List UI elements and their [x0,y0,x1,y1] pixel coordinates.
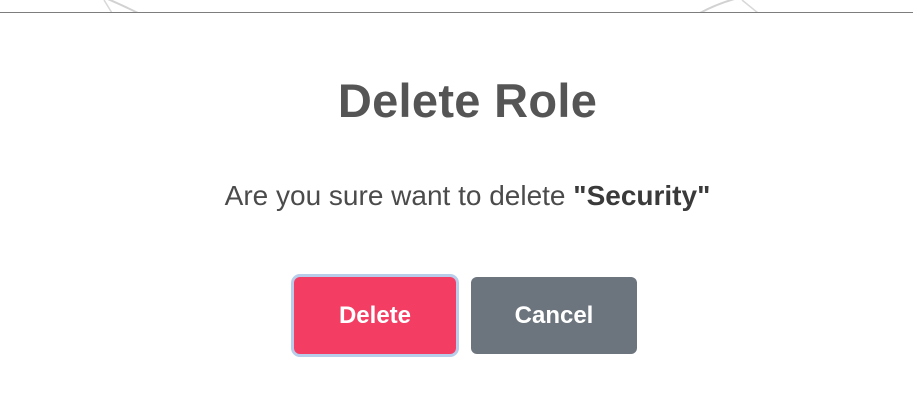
cancel-button[interactable]: Cancel [471,277,637,354]
modal-title: Delete Role [337,74,598,127]
confirmation-message-text: Are you sure want to delete [224,180,574,211]
page: Delete Role Are you sure want to delete … [0,0,913,395]
modal-top-border [0,12,913,13]
role-name: "Security" [573,180,711,211]
confirmation-message: Are you sure want to delete "Security" [0,180,913,212]
delete-button[interactable]: Delete [294,277,456,354]
